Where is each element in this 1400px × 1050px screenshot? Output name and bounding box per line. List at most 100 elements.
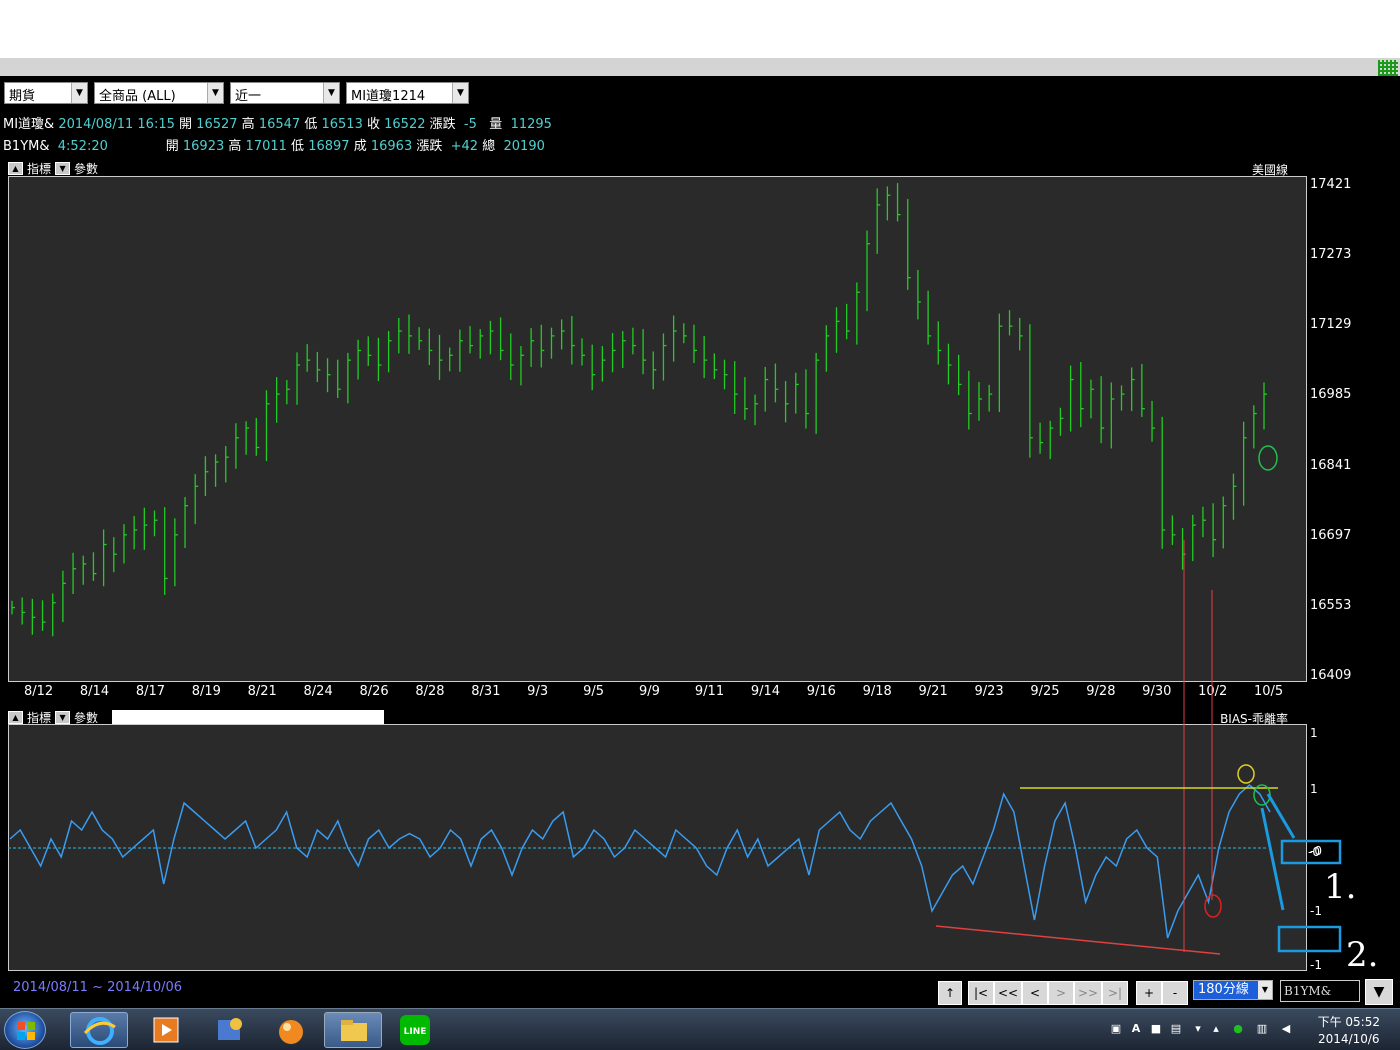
quote2-symbol: B1YM& (3, 139, 50, 154)
tray-icon[interactable]: ▣ (1108, 1021, 1124, 1037)
date-axis-label: 9/23 (974, 684, 1004, 699)
month-select[interactable]: 近一 ▼ (230, 82, 340, 104)
param-menu[interactable]: 參數 (74, 162, 98, 176)
date-axis-label: 9/3 (527, 684, 549, 699)
nav-up-button[interactable]: ↑ (938, 981, 962, 1005)
date-axis-label: 9/5 (583, 684, 604, 699)
quote-line-2: B1YM& 4:52:20 開 16923 高 17011 低 16897 成 … (3, 135, 545, 154)
quote2-volume-label: 總 (482, 139, 496, 154)
category-select-value: 全商品 (ALL) (99, 89, 176, 104)
triangle-down-icon[interactable]: ▼ (55, 711, 71, 724)
quote1-volume: 11295 (510, 117, 552, 132)
zoom-out-button[interactable]: - (1162, 981, 1188, 1005)
date-axis-label: 8/17 (135, 684, 166, 699)
ime-icon[interactable]: A (1128, 1021, 1144, 1037)
triangle-up-icon[interactable]: ▲ (8, 711, 23, 724)
bias-chart-area[interactable] (8, 724, 1307, 971)
date-axis-label: 10/5 (1254, 684, 1284, 699)
date-axis-label: 10/2 (1198, 684, 1228, 699)
date-axis-label: 9/28 (1086, 684, 1116, 699)
tray-icon[interactable]: ▤ (1168, 1021, 1184, 1037)
tray-icon[interactable]: ■ (1148, 1021, 1164, 1037)
price-axis-label: 16553 (1310, 597, 1352, 613)
triangle-down-icon[interactable]: ▼ (55, 162, 71, 175)
param-menu[interactable]: 參數 (74, 711, 98, 725)
zoom-in-button[interactable]: + (1136, 981, 1162, 1005)
quote2-high: 17011 (245, 139, 287, 154)
nav-first-button[interactable]: |< (968, 981, 994, 1005)
quote1-open-label: 開 (179, 117, 193, 132)
main-panel-bar: ▲ 指標 ▼ 參數 (8, 160, 102, 177)
category-select[interactable]: 全商品 (ALL) ▼ (94, 82, 224, 104)
quote2-time: 4:52:20 (57, 139, 108, 154)
date-axis-label: 9/21 (918, 684, 948, 699)
date-to: 2014/10/06 (107, 980, 183, 995)
grid-icon[interactable] (1378, 60, 1398, 76)
file-explorer-icon[interactable] (324, 1012, 382, 1048)
system-clock[interactable]: 下午 05:52 2014/10/6 (1318, 1014, 1380, 1048)
show-hidden-icon[interactable]: ▴ (1208, 1021, 1224, 1037)
date-axis-label: 8/24 (303, 684, 333, 699)
chevron-down-icon[interactable]: ▼ (71, 83, 87, 103)
media-player-icon[interactable] (136, 1012, 194, 1048)
indicator-menu[interactable]: 指標 (27, 162, 51, 176)
price-axis-label: 17273 (1310, 247, 1352, 263)
date-tilde: ~ (92, 980, 103, 995)
quote1-close-label: 收 (366, 117, 380, 132)
tray-icon[interactable]: ▾ (1190, 1021, 1206, 1037)
dropdown-button[interactable]: ▼ (1365, 979, 1393, 1005)
date-axis-label: 8/28 (415, 684, 445, 699)
date-axis-label: 9/16 (806, 684, 836, 699)
nav-page-forward-button[interactable]: >> (1074, 981, 1102, 1005)
quote-line-1: MI道瓊& 2014/08/11 16:15 開 16527 高 16547 低… (3, 113, 552, 132)
price-axis-label: 17421 (1310, 177, 1352, 192)
quote2-low: 16897 (308, 139, 350, 154)
symbol-input[interactable]: B1YM& (1280, 980, 1360, 1002)
chevron-down-icon[interactable]: ▼ (1258, 981, 1272, 999)
nav-back-button[interactable]: < (1022, 981, 1048, 1005)
top-blank-area (0, 0, 1400, 58)
orange-app-icon[interactable] (262, 1012, 320, 1048)
period-select[interactable]: 180分線 ▼ (1193, 980, 1273, 1000)
date-axis-label: 8/21 (247, 684, 277, 699)
network-icon[interactable]: ▥ (1254, 1021, 1270, 1037)
nav-forward-button[interactable]: > (1048, 981, 1074, 1005)
volume-icon[interactable]: ◀ (1278, 1021, 1294, 1037)
quote2-open-label: 開 (165, 139, 179, 154)
bias-axis-label: -0 (1310, 844, 1322, 858)
line-icon[interactable]: LINE (388, 1012, 446, 1048)
blank-label-box (112, 710, 384, 724)
quote1-low-label: 低 (304, 117, 318, 132)
market-select[interactable]: 期貨 ▼ (4, 82, 88, 104)
date-axis-label: 9/30 (1142, 684, 1172, 699)
date-axis-label: 8/12 (24, 684, 54, 699)
chevron-down-icon[interactable]: ▼ (452, 83, 468, 103)
chevron-down-icon[interactable]: ▼ (323, 83, 339, 103)
price-chart-area[interactable] (8, 176, 1307, 682)
clock-date: 2014/10/6 (1318, 1032, 1380, 1046)
quote1-datetime: 2014/08/11 16:15 (58, 117, 175, 132)
product-select[interactable]: MI道瓊1214 ▼ (346, 82, 469, 104)
nav-last-button[interactable]: >| (1102, 981, 1128, 1005)
ie-icon[interactable] (70, 1012, 128, 1048)
triangle-up-icon[interactable]: ▲ (8, 162, 23, 175)
date-axis-label: 9/14 (750, 684, 781, 699)
quote2-volume: 20190 (503, 139, 545, 154)
price-axis-label: 16985 (1310, 387, 1352, 403)
app-icon[interactable] (200, 1012, 258, 1048)
quote2-change-label: 漲跌 (416, 139, 443, 154)
chevron-down-icon[interactable]: ▼ (207, 83, 223, 103)
start-button[interactable] (4, 1011, 46, 1049)
quote1-open: 16527 (196, 117, 238, 132)
indicator-menu[interactable]: 指標 (27, 711, 51, 725)
trading-app: 期貨 ▼ 全商品 (ALL) ▼ 近一 ▼ MI道瓊1214 ▼ MI道瓊& 2… (0, 76, 1400, 1008)
price-axis-label: 16409 (1310, 668, 1352, 683)
windows-logo-icon (17, 1022, 35, 1040)
period-select-value: 180分線 (1198, 982, 1249, 997)
bias-axis-label: -1 (1310, 958, 1322, 972)
nav-page-back-button[interactable]: << (994, 981, 1022, 1005)
line-tray-icon[interactable]: ● (1230, 1021, 1246, 1037)
quote1-low: 16513 (321, 117, 363, 132)
quote2-low-label: 低 (291, 139, 305, 154)
quote2-high-label: 高 (228, 139, 242, 154)
